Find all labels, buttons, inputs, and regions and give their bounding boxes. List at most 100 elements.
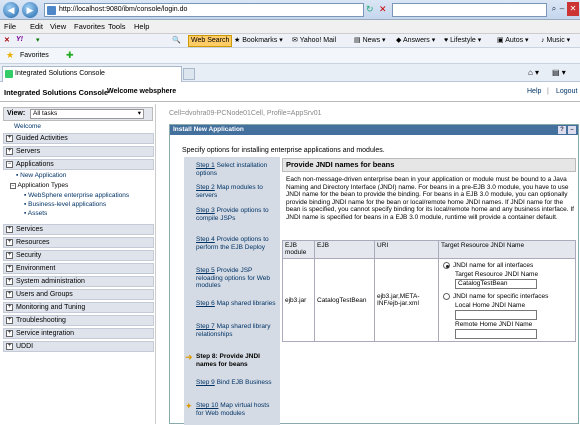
- step-7[interactable]: Step 7 Map shared library relationships: [196, 323, 278, 338]
- page-icon: [47, 6, 56, 15]
- yahoo-logo-icon[interactable]: Y!: [16, 36, 23, 43]
- menu-tools[interactable]: Tools: [108, 22, 126, 31]
- help-icon[interactable]: ?: [558, 126, 566, 134]
- radio-all-interfaces[interactable]: JNDI name for all interfaces: [443, 262, 533, 269]
- search-icon[interactable]: 🔍: [172, 36, 181, 44]
- sidebar-item-system-administration[interactable]: + System administration: [3, 276, 154, 287]
- music-button[interactable]: ♪ Music ▾: [541, 36, 570, 44]
- favorites-button[interactable]: Favorites: [20, 52, 49, 59]
- table-row: ejb3.jar CatalogTestBean ejb3.jar,META-I…: [282, 258, 576, 342]
- expand-icon: +: [6, 304, 13, 311]
- favorites-bar: ★ Favorites ✚: [0, 48, 580, 64]
- sidebar-business-level-apps[interactable]: ▪ Business-level applications: [24, 201, 106, 208]
- sidebar-item-servers[interactable]: + Servers: [3, 146, 154, 157]
- menu-bar: File Edit View Favorites Tools Help: [0, 20, 580, 34]
- url-input[interactable]: http://localhost:9080/ibm/console/login.…: [44, 3, 364, 17]
- expand-icon: +: [6, 278, 13, 285]
- favorites-star-icon: ★: [6, 50, 15, 60]
- step-2[interactable]: Step 2 Map modules to servers: [196, 184, 278, 199]
- wizard-steps: Step 1 Select installation options Step …: [184, 157, 280, 425]
- expand-icon: +: [6, 148, 13, 155]
- content-title: Provide JNDI names for beans: [282, 158, 576, 172]
- sidebar-item-monitoring-and-tuning[interactable]: + Monitoring and Tuning: [3, 302, 154, 313]
- close-toolbar-icon[interactable]: ✕: [4, 36, 10, 44]
- forward-icon[interactable]: ▶: [22, 2, 38, 18]
- sidebar-item-users-and-groups[interactable]: + Users and Groups: [3, 289, 154, 300]
- menu-edit[interactable]: Edit: [30, 22, 43, 31]
- sidebar-new-application[interactable]: ▪ New Application: [16, 172, 66, 179]
- step-5[interactable]: Step 5 Provide JSP reloading options for…: [196, 267, 278, 290]
- tab-bar: Integrated Solutions Console ⌂ ▾ ▤ ▾: [0, 64, 580, 82]
- cell-uri: ejb3.jar,META-INF/ejb-jar.xml: [374, 258, 439, 342]
- table-header-row: EJB module EJB URI Target Resource JNDI …: [282, 240, 576, 259]
- radio-unselected-icon: [443, 293, 450, 300]
- menu-view[interactable]: View: [50, 22, 66, 31]
- toolbar-menu-icon[interactable]: ▾: [36, 36, 40, 44]
- sidebar-item-applications[interactable]: − Applications: [3, 159, 154, 170]
- sidebar-welcome[interactable]: Welcome: [14, 123, 41, 130]
- sidebar-application-types[interactable]: − Application Types: [10, 182, 68, 189]
- col-ejb: EJB: [314, 240, 375, 259]
- expand-icon: +: [6, 226, 13, 233]
- sidebar-assets[interactable]: ▪ Assets: [24, 210, 47, 217]
- lifestyle-button[interactable]: ♥ Lifestyle ▾: [444, 36, 481, 44]
- autos-button[interactable]: ▣ Autos ▾: [497, 36, 529, 44]
- sidebar-item-service-integration[interactable]: + Service integration: [3, 328, 154, 339]
- sidebar: View: All tasks ▾ Welcome + Guided Activit…: [0, 104, 156, 424]
- stop-icon[interactable]: ✕: [379, 4, 389, 14]
- col-uri: URI: [374, 240, 439, 259]
- step-content: Provide JNDI names for beans Each non-me…: [282, 158, 576, 425]
- target-jndi-input[interactable]: CatalogTestBean: [455, 279, 537, 289]
- help-link[interactable]: Help: [527, 88, 541, 95]
- remote-home-input[interactable]: [455, 329, 537, 339]
- sidebar-item-uddi[interactable]: + UDDI: [3, 341, 154, 352]
- page-menu-icon[interactable]: ▤ ▾: [552, 68, 566, 77]
- expand-icon: +: [6, 135, 13, 142]
- refresh-icon[interactable]: ↻: [366, 4, 376, 14]
- radio-selected-icon: [443, 262, 450, 269]
- new-tab-button[interactable]: [183, 68, 195, 80]
- tab-integrated-solutions-console[interactable]: Integrated Solutions Console: [2, 66, 182, 82]
- step-6[interactable]: Step 6 Map shared libraries: [196, 300, 278, 308]
- star-icon: ✦: [185, 401, 193, 411]
- sidebar-item-security[interactable]: + Security: [3, 250, 154, 261]
- add-favorite-icon[interactable]: ✚: [66, 50, 74, 61]
- step-10[interactable]: Step 10 Map virtual hosts for Web module…: [196, 402, 278, 417]
- sidebar-item-services[interactable]: + Services: [3, 224, 154, 235]
- step-9[interactable]: Step 9 Bind EJB Business: [196, 379, 278, 387]
- cell-profile-info: Cell=dvohra09-PCNode01Cell, Profile=AppS…: [169, 110, 322, 117]
- step-1[interactable]: Step 1 Select installation options: [196, 162, 278, 177]
- back-icon[interactable]: ◀: [3, 2, 19, 18]
- minimize-panel-icon[interactable]: –: [568, 126, 576, 134]
- web-search-button[interactable]: Web Search: [188, 35, 233, 47]
- header-divider: |: [547, 88, 549, 95]
- collapse-icon: −: [6, 161, 13, 168]
- target-jndi-label: Target Resource JNDI Name: [455, 271, 539, 278]
- logout-link[interactable]: Logout: [556, 88, 577, 95]
- radio-specific-interfaces[interactable]: JNDI name for specific interfaces: [443, 293, 548, 300]
- window-close-icon[interactable]: ✕: [567, 2, 579, 16]
- local-home-input[interactable]: [455, 310, 537, 320]
- remote-home-label: Remote Home JNDI Name: [455, 321, 533, 328]
- menu-favorites[interactable]: Favorites: [74, 22, 105, 31]
- sidebar-item-troubleshooting[interactable]: + Troubleshooting: [3, 315, 154, 326]
- sidebar-websphere-enterprise-apps[interactable]: ▪ WebSphere enterprise applications: [24, 192, 129, 199]
- collapse-icon: −: [10, 183, 16, 189]
- sidebar-item-environment[interactable]: + Environment: [3, 263, 154, 274]
- yahoo-mail-button[interactable]: ✉ Yahoo! Mail: [292, 36, 336, 44]
- sidebar-item-resources[interactable]: + Resources: [3, 237, 154, 248]
- search-input[interactable]: [392, 3, 547, 17]
- step-4[interactable]: Step 4 Provide options to perform the EJ…: [196, 236, 278, 251]
- expand-icon: +: [6, 330, 13, 337]
- news-button[interactable]: ▤ News ▾: [354, 36, 386, 44]
- step-3[interactable]: Step 3 Provide options to compile JSPs: [196, 207, 278, 222]
- view-select[interactable]: All tasks ▾: [30, 109, 144, 119]
- menu-file[interactable]: File: [4, 22, 16, 31]
- sidebar-item-guided-activities[interactable]: + Guided Activities: [3, 133, 154, 144]
- bookmarks-button[interactable]: ★ Bookmarks ▾: [234, 36, 283, 44]
- expand-icon: +: [6, 291, 13, 298]
- home-icon[interactable]: ⌂ ▾: [528, 68, 539, 77]
- menu-help[interactable]: Help: [134, 22, 149, 31]
- answers-button[interactable]: ◆ Answers ▾: [396, 36, 435, 44]
- chevron-down-icon: ▾: [137, 110, 141, 117]
